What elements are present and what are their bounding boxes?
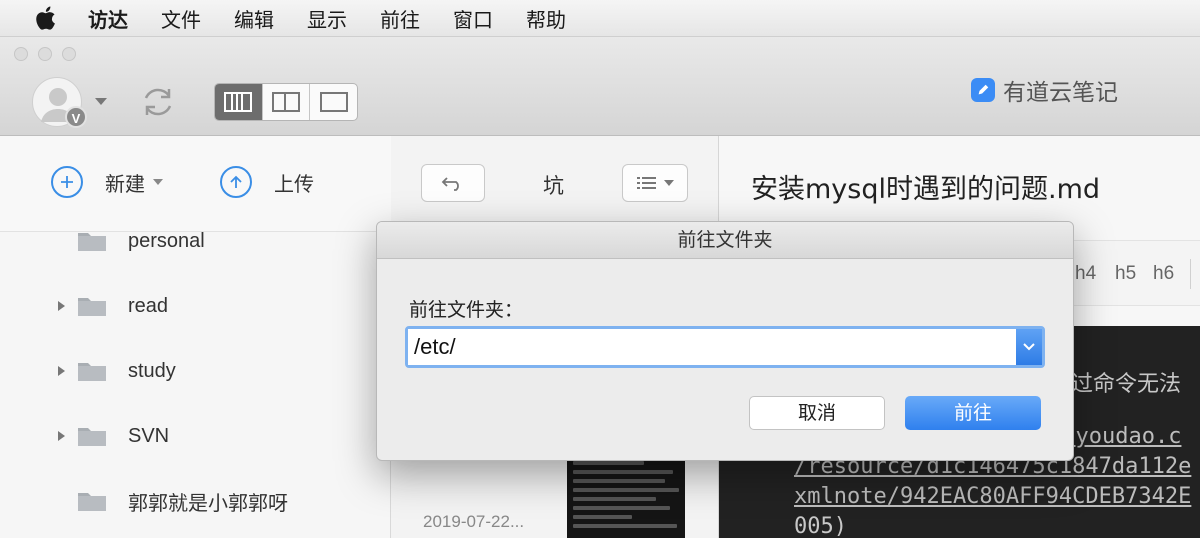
- folder-label: study: [128, 359, 176, 382]
- path-dropdown-button[interactable]: [1016, 329, 1042, 365]
- view-mode-switcher: [214, 83, 358, 121]
- plus-icon: [51, 166, 83, 198]
- window-toolbar: V 有道云笔记: [0, 37, 1200, 136]
- folder-item-personal[interactable]: personal: [0, 221, 391, 261]
- folder-label: SVN: [128, 424, 170, 447]
- avatar-badge: V: [65, 106, 87, 128]
- go-button[interactable]: 前往: [905, 396, 1041, 430]
- path-input[interactable]: [408, 329, 1016, 365]
- folder-label: personal: [128, 229, 205, 252]
- expand-arrow-icon[interactable]: [58, 431, 65, 441]
- expand-arrow-icon[interactable]: [58, 301, 65, 311]
- minimize-window-button[interactable]: [38, 47, 52, 61]
- h5-button[interactable]: h5: [1115, 263, 1136, 285]
- note-thumbnail: [567, 456, 685, 538]
- folder-label: read: [128, 294, 169, 317]
- h6-button[interactable]: h6: [1153, 263, 1174, 285]
- folder-item-study[interactable]: study: [0, 351, 391, 391]
- document-title[interactable]: 安装mysql时遇到的问题.md: [751, 167, 1100, 206]
- folder-label: 郭郭就是小郭郭呀: [128, 490, 288, 515]
- folder-icon: [78, 233, 106, 251]
- chevron-down-icon: [664, 180, 674, 186]
- folder-icon: [78, 428, 106, 446]
- menu-edit[interactable]: 编辑: [234, 4, 274, 33]
- app-brand-name: 有道云笔记: [1003, 80, 1118, 106]
- close-window-button[interactable]: [14, 47, 28, 61]
- chevron-down-icon: [1023, 343, 1035, 351]
- avatar-dropdown-icon[interactable]: [95, 98, 107, 105]
- back-button[interactable]: [421, 164, 485, 202]
- upload-arrow-icon: [220, 166, 252, 198]
- folder-item-svn[interactable]: SVN: [0, 416, 391, 456]
- two-column-view-button[interactable]: [263, 84, 311, 120]
- single-column-view-button[interactable]: [310, 84, 357, 120]
- menu-file[interactable]: 文件: [161, 4, 201, 33]
- go-to-folder-dialog: 前往文件夹 前往文件夹： 取消 前往: [376, 221, 1074, 461]
- upload-button[interactable]: 上传: [220, 166, 314, 198]
- new-note-label: 新建: [105, 171, 145, 196]
- sidebar-actions: 新建 上传: [0, 136, 391, 232]
- list-icon: [637, 177, 656, 189]
- menu-help[interactable]: 帮助: [526, 4, 566, 33]
- sidebar: 新建 上传 personal read study SVN 郭郭就是小郭郭呀: [0, 136, 391, 538]
- folder-icon: [78, 298, 106, 316]
- dialog-prompt-label: 前往文件夹：: [409, 299, 524, 321]
- h4-button[interactable]: h4: [1075, 263, 1096, 285]
- cancel-button[interactable]: 取消: [749, 396, 885, 430]
- window-controls: [14, 47, 76, 61]
- chevron-down-icon: [153, 179, 163, 185]
- upload-label: 上传: [274, 171, 314, 196]
- youdao-note-logo-icon: [971, 78, 995, 102]
- list-view-options-button[interactable]: [622, 164, 688, 202]
- note-date: 2019-07-22...: [423, 512, 525, 531]
- folder-icon: [78, 363, 106, 381]
- folder-item-read[interactable]: read: [0, 286, 391, 326]
- folder-icon: [78, 493, 106, 511]
- undo-arrow-icon: [441, 177, 459, 191]
- menu-finder[interactable]: 访达: [88, 4, 128, 33]
- menu-window[interactable]: 窗口: [453, 4, 493, 33]
- code-link-line[interactable]: xmlnote/942EAC80AFF94CDEB7342E: [794, 484, 1191, 509]
- sync-icon[interactable]: [138, 82, 178, 127]
- folder-title: 坑: [543, 174, 564, 198]
- apple-logo-icon[interactable]: [34, 5, 56, 31]
- dialog-title: 前往文件夹: [377, 222, 1073, 259]
- zoom-window-button[interactable]: [62, 47, 76, 61]
- toolbar-divider: [1190, 259, 1191, 289]
- menu-view[interactable]: 显示: [307, 4, 347, 33]
- menu-go[interactable]: 前往: [380, 4, 420, 33]
- menu-bar: 访达 文件 编辑 显示 前往 窗口 帮助: [0, 0, 1200, 37]
- expand-arrow-icon[interactable]: [58, 366, 65, 376]
- new-note-button[interactable]: 新建: [51, 166, 163, 198]
- path-combobox: [405, 326, 1045, 368]
- app-brand: 有道云笔记: [971, 73, 1118, 107]
- folder-item-guoguo[interactable]: 郭郭就是小郭郭呀: [0, 481, 391, 521]
- user-avatar[interactable]: V: [32, 77, 87, 128]
- three-column-view-button[interactable]: [215, 84, 263, 120]
- code-line: 005): [794, 514, 847, 538]
